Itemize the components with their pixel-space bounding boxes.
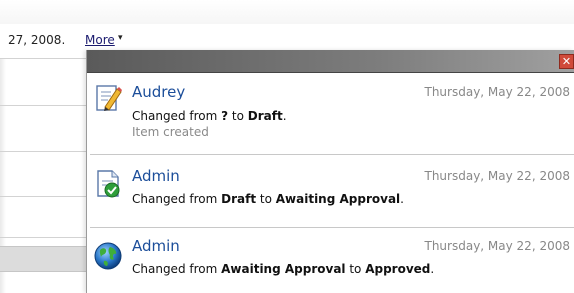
entry-date: Thursday, May 22, 2008 (424, 239, 571, 253)
entry-change-text: Changed from Draft to Awaiting Approval. (132, 192, 404, 206)
entry-change-text: Changed from ? to Draft. (132, 109, 287, 123)
background-divider (0, 151, 86, 152)
to-status: Approved (365, 262, 431, 276)
date-text: 27, 2008. (8, 33, 66, 47)
entry-divider (90, 227, 574, 228)
background-header (0, 0, 574, 24)
background-divider (0, 58, 86, 59)
background-divider (0, 196, 86, 197)
background-divider (0, 237, 86, 238)
edit-document-icon (96, 85, 122, 111)
from-status: Awaiting Approval (221, 262, 346, 276)
chevron-down-icon[interactable]: ▾ (118, 33, 123, 43)
globe-icon (94, 242, 122, 270)
entry-user-name[interactable]: Admin (132, 167, 180, 185)
approved-document-icon (97, 170, 120, 198)
history-entry: Admin Thursday, May 22, 2008 Changed fro… (87, 165, 574, 225)
entry-date: Thursday, May 22, 2008 (424, 169, 571, 183)
background-row-band (0, 246, 88, 272)
popup-title-bar: ✕ (87, 50, 574, 73)
to-status: Awaiting Approval (275, 192, 401, 206)
entry-date: Thursday, May 22, 2008 (424, 85, 571, 99)
entry-note: Item created (132, 125, 209, 139)
page: 27, 2008. More ▾ ✕ Audrey Thursday, May … (0, 0, 574, 293)
entry-user-name[interactable]: Admin (132, 237, 180, 255)
history-popup: ✕ Audrey Thursday, May 22, 2008 Changed … (86, 50, 574, 293)
to-status: Draft (247, 109, 283, 123)
more-link[interactable]: More (85, 33, 115, 47)
entry-divider (90, 154, 574, 155)
entry-user-name[interactable]: Audrey (132, 83, 185, 101)
history-entry: Admin Thursday, May 22, 2008 Changed fro… (87, 235, 574, 293)
from-status: Draft (221, 192, 257, 206)
entry-change-text: Changed from Awaiting Approval to Approv… (132, 262, 435, 276)
close-button[interactable]: ✕ (559, 54, 574, 69)
history-entry: Audrey Thursday, May 22, 2008 Changed fr… (87, 79, 574, 149)
background-divider (0, 105, 86, 106)
